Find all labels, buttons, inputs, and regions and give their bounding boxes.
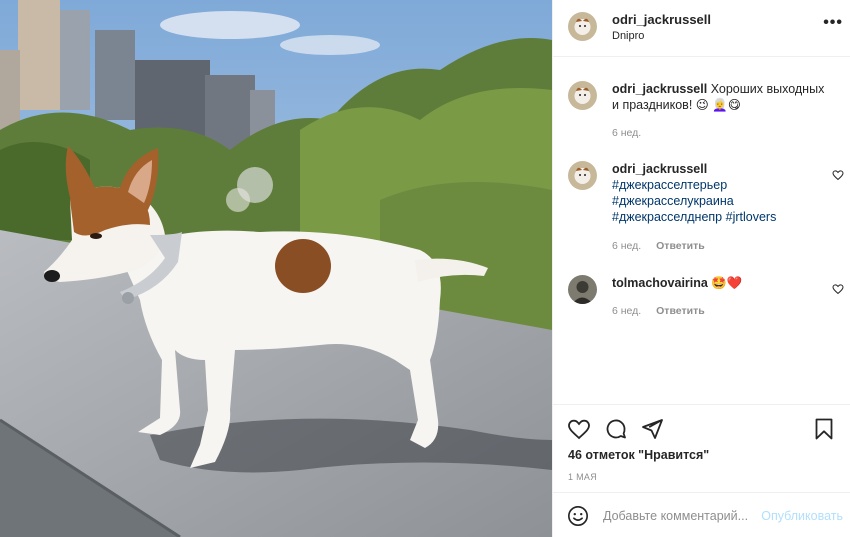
comment-body: odri_jackrussell #джекрасселтерьер #джек… — [612, 161, 827, 225]
avatar[interactable] — [568, 12, 597, 41]
post-side-panel: odri_jackrussell Dnipro ••• odri_jackrus… — [552, 0, 850, 537]
reply-button[interactable]: Ответить — [656, 240, 705, 252]
post-actions: 46 отметок "Нравится" 1 МАЯ — [553, 404, 850, 492]
comment-time[interactable]: 6 нед. — [612, 240, 641, 252]
comment-body: tolmachovairina 🤩❤️ — [612, 275, 827, 291]
comments-list: odri_jackrussell Хороших выходных и праз… — [553, 58, 850, 403]
comment-input[interactable] — [603, 505, 753, 527]
dog-photo-image — [0, 0, 552, 537]
more-icon[interactable]: ••• — [823, 14, 843, 32]
post-author-username[interactable]: odri_jackrussell — [612, 12, 711, 27]
reply-button[interactable]: Ответить — [656, 305, 705, 317]
avatar-image — [568, 275, 597, 304]
avatar[interactable] — [568, 275, 597, 304]
add-comment-bar: Опубликовать — [553, 492, 850, 537]
bookmark-icon[interactable] — [812, 417, 836, 441]
post-header: odri_jackrussell Dnipro ••• — [553, 0, 850, 57]
comment-meta: 6 нед. Ответить — [612, 240, 717, 252]
post-date[interactable]: 1 МАЯ — [568, 472, 597, 482]
comment-username[interactable]: odri_jackrussell — [612, 162, 707, 176]
post-container: odri_jackrussell Dnipro ••• odri_jackrus… — [0, 0, 850, 537]
post-photo[interactable] — [0, 0, 552, 537]
hashtag-link[interactable]: #джекрасселукраина — [612, 193, 827, 209]
avatar-image — [568, 12, 597, 41]
comment-time[interactable]: 6 нед. — [612, 305, 641, 317]
comment-meta: 6 нед. Ответить — [612, 305, 717, 317]
hashtag-link[interactable]: #джекрасселтерьер — [612, 177, 827, 193]
hashtag-link[interactable]: #jrtlovers — [726, 210, 777, 224]
publish-button[interactable]: Опубликовать — [761, 509, 843, 523]
caption-time[interactable]: 6 нед. — [612, 127, 641, 139]
post-location[interactable]: Dnipro — [612, 30, 644, 42]
small-heart-icon[interactable] — [832, 283, 844, 295]
smile-icon[interactable] — [567, 505, 589, 527]
comment-text: 🤩❤️ — [711, 276, 743, 290]
caption-meta: 6 нед. — [612, 127, 653, 139]
small-heart-icon[interactable] — [832, 169, 844, 181]
avatar[interactable] — [568, 81, 597, 110]
caption-body: odri_jackrussell Хороших выходных и праз… — [612, 81, 827, 113]
comment-icon[interactable] — [604, 417, 628, 441]
share-icon[interactable] — [640, 417, 664, 441]
avatar-image — [568, 81, 597, 110]
likes-count[interactable]: 46 отметок "Нравится" — [568, 448, 709, 462]
hashtag-link[interactable]: #джекрасселднепр — [612, 210, 722, 224]
heart-icon[interactable] — [567, 417, 591, 441]
comment-username[interactable]: tolmachovairina — [612, 276, 708, 290]
caption-username[interactable]: odri_jackrussell — [612, 82, 707, 96]
avatar[interactable] — [568, 161, 597, 190]
avatar-image — [568, 161, 597, 190]
